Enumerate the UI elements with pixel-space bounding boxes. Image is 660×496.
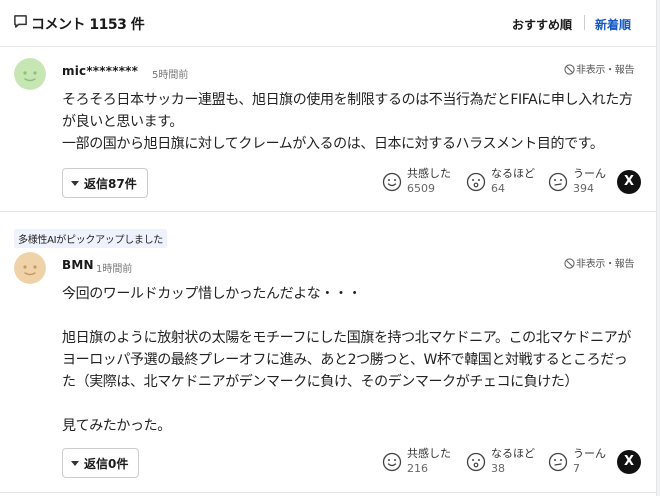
smile-face-icon — [382, 172, 402, 192]
reply-label: 返信87件 — [84, 177, 137, 191]
block-icon — [564, 258, 575, 269]
comment-panel: コメント 1153 件 おすすめ順 新着順 mic******** 5時間前 非… — [0, 0, 657, 496]
reaction-label: なるほど — [491, 447, 535, 460]
thinking-face-icon — [548, 172, 568, 192]
reaction-label: 共感した — [407, 447, 451, 460]
comment-paragraph: 旭日旗のように放射状の太陽をモチーフにした国旗を持つ北マケドニア。この北マケドニ… — [62, 330, 631, 390]
comment-paragraph: そろそろ日本サッカー連盟も、旭日旗の使用を制限するのは不当行為だとFIFAに申し… — [62, 92, 633, 130]
x-logo-icon: X — [623, 454, 635, 469]
user-avatar-icon — [14, 58, 46, 90]
sort-recommended-tab[interactable]: おすすめ順 — [512, 16, 572, 33]
ai-pickup-badge: 多様性AIがピックアップしました — [14, 229, 167, 248]
hide-report-link[interactable]: 非表示・報告 — [564, 255, 635, 270]
comment-body: 今回のワールドカップ惜しかったんだよな・・・ 旭日旗のように放射状の太陽をモチー… — [62, 283, 638, 437]
share-x-button[interactable]: X — [617, 450, 641, 474]
sort-newest-tab[interactable]: 新着順 — [595, 16, 631, 33]
comment-time: 1時間前 — [96, 264, 133, 275]
comment-time: 5時間前 — [152, 70, 189, 81]
comment-username[interactable]: BMN — [62, 258, 94, 272]
comment-divider — [0, 211, 656, 212]
comment-username[interactable]: mic******** — [62, 64, 138, 78]
reaction-count: 216 — [407, 462, 428, 475]
smile-face-icon — [382, 452, 402, 472]
comment-header: コメント 1153 件 おすすめ順 新着順 — [0, 0, 656, 47]
comment-count-title: コメント 1153 件 — [31, 17, 145, 33]
comment-paragraph: 見てみたかった。 — [62, 418, 171, 434]
x-logo-icon: X — [623, 174, 635, 189]
caret-down-icon — [71, 461, 79, 466]
hide-report-label: 非表示・報告 — [576, 259, 635, 270]
reply-button[interactable]: 返信0件 — [62, 448, 140, 478]
comment-blank-line — [62, 305, 638, 327]
avatar[interactable] — [14, 58, 46, 90]
comment-divider — [0, 492, 656, 493]
hide-report-label: 非表示・報告 — [576, 65, 635, 76]
reaction-label: 共感した — [407, 167, 451, 180]
surprised-face-icon — [466, 172, 486, 192]
hide-report-link[interactable]: 非表示・報告 — [564, 61, 635, 76]
comment-bubble-icon — [14, 15, 27, 28]
block-icon — [564, 64, 575, 75]
reaction-count: 394 — [573, 182, 594, 195]
avatar[interactable] — [14, 252, 46, 284]
reaction-count: 7 — [573, 462, 580, 475]
reaction-count: 6509 — [407, 182, 435, 195]
sort-divider — [584, 15, 585, 30]
caret-down-icon — [71, 181, 79, 186]
reaction-count: 64 — [491, 182, 505, 195]
reaction-count: 38 — [491, 462, 505, 475]
comment-body: そろそろ日本サッカー連盟も、旭日旗の使用を制限するのは不当行為だとFIFAに申し… — [62, 89, 638, 155]
comment-paragraph: 一部の国から旭日旗に対してクレームが入るのは、日本に対するハラスメント目的です。 — [62, 136, 604, 152]
share-x-button[interactable]: X — [617, 170, 641, 194]
reaction-label: なるほど — [491, 167, 535, 180]
comment-blank-line — [62, 393, 638, 415]
surprised-face-icon — [466, 452, 486, 472]
thinking-face-icon — [548, 452, 568, 472]
reaction-label: うーん — [573, 447, 606, 460]
reply-button[interactable]: 返信87件 — [62, 168, 148, 198]
comment-paragraph: 今回のワールドカップ惜しかったんだよな・・・ — [62, 286, 362, 302]
reply-label: 返信0件 — [84, 457, 129, 471]
reaction-label: うーん — [573, 167, 606, 180]
user-avatar-icon — [14, 252, 46, 284]
